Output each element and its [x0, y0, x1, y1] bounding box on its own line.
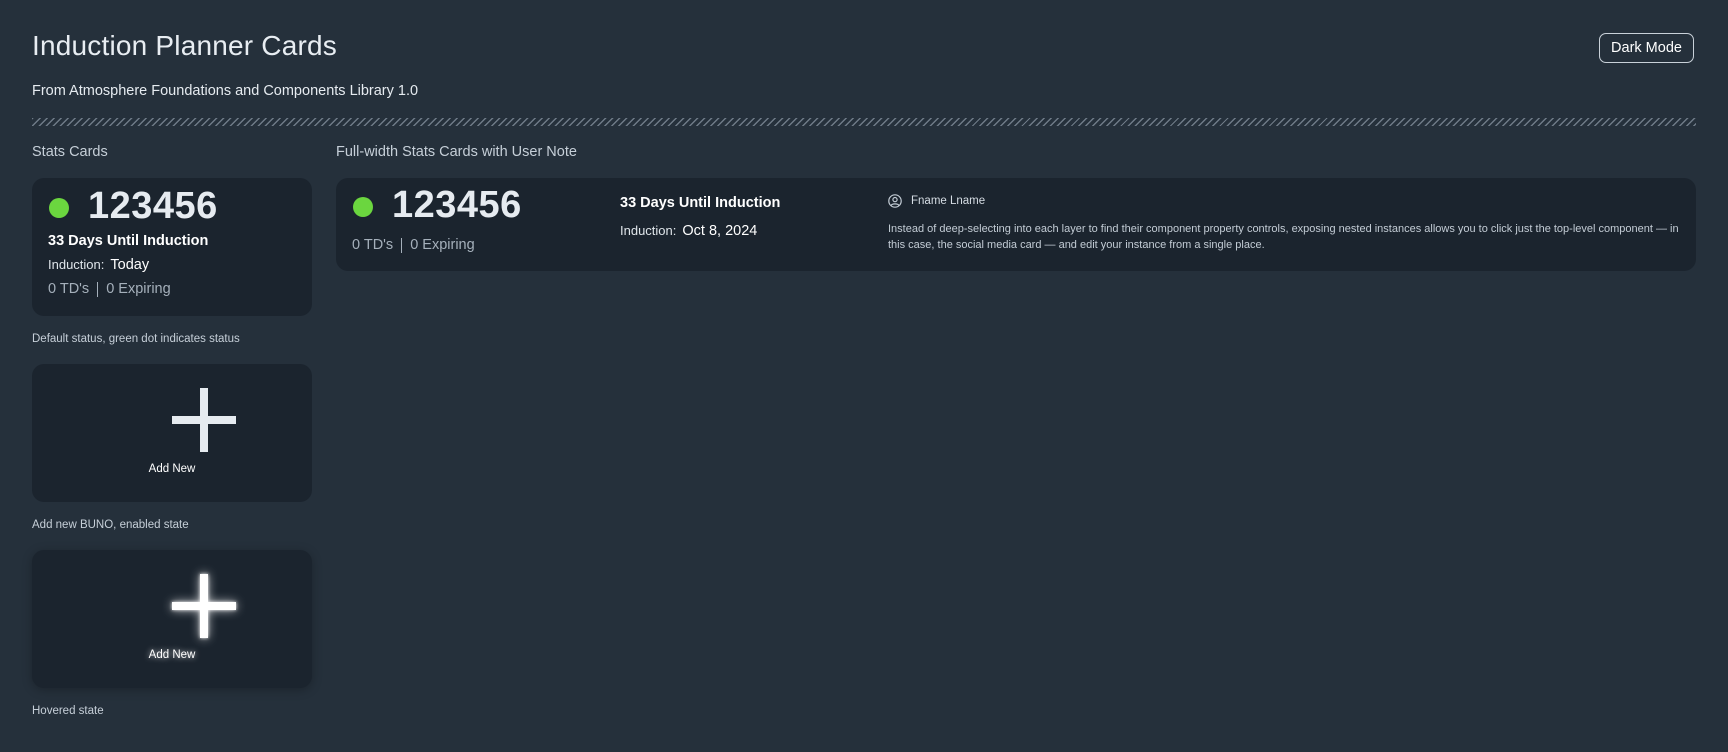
stats-card[interactable]: 123456 33 Days Until Induction Induction… [32, 178, 312, 316]
td-count: 0 TD's [352, 237, 394, 253]
induction-label: Induction: [620, 223, 677, 238]
plus-icon [172, 574, 236, 638]
days-until-induction: 33 Days Until Induction [48, 233, 209, 249]
counts-row: 0 TD's 0 Expiring [352, 237, 475, 253]
separator [97, 281, 99, 297]
user-row: Fname Lname [888, 194, 985, 208]
dark-mode-button[interactable]: Dark Mode [1599, 33, 1694, 63]
plus-icon [172, 388, 236, 452]
expiring-count: 0 Expiring [106, 281, 171, 297]
add-new-label: Add New [148, 463, 196, 475]
user-name: Fname Lname [911, 195, 986, 207]
status-dot-icon [353, 197, 373, 217]
page-title: Induction Planner Cards [32, 30, 337, 61]
induction-value: Today [110, 257, 150, 273]
add-new-label: Add New [148, 649, 196, 661]
counts-row: 0 TD's 0 Expiring [48, 281, 171, 297]
status-dot-icon [49, 198, 69, 218]
induction-value: Oct 8, 2024 [682, 223, 758, 239]
add-new-caption: Add new BUNO, enabled state [32, 519, 189, 531]
default-status-caption: Default status, green dot indicates stat… [32, 333, 240, 345]
buno-number: 123456 [88, 185, 218, 227]
page-subtitle: From Atmosphere Foundations and Componen… [32, 83, 419, 99]
stats-cards-heading: Stats Cards [32, 144, 108, 160]
td-count: 0 TD's [48, 281, 90, 297]
add-new-card-hovered[interactable]: Add New [32, 550, 312, 688]
expiring-count: 0 Expiring [410, 237, 475, 253]
separator [401, 237, 403, 253]
days-until-induction: 33 Days Until Induction [620, 195, 781, 211]
induction-label: Induction: [48, 257, 105, 272]
user-circle-icon [888, 194, 902, 208]
induction-row: Induction: Today [48, 257, 149, 273]
induction-row: Induction: Oct 8, 2024 [620, 223, 757, 239]
user-note: Instead of deep-selecting into each laye… [888, 223, 1679, 251]
full-width-stats-card[interactable]: 123456 0 TD's 0 Expiring 33 Days Until I… [336, 178, 1696, 271]
full-width-heading: Full-width Stats Cards with User Note [336, 144, 577, 160]
buno-number: 123456 [392, 184, 522, 226]
hatched-divider [32, 118, 1696, 126]
add-new-card[interactable]: Add New [32, 364, 312, 502]
hovered-state-caption: Hovered state [32, 705, 104, 717]
